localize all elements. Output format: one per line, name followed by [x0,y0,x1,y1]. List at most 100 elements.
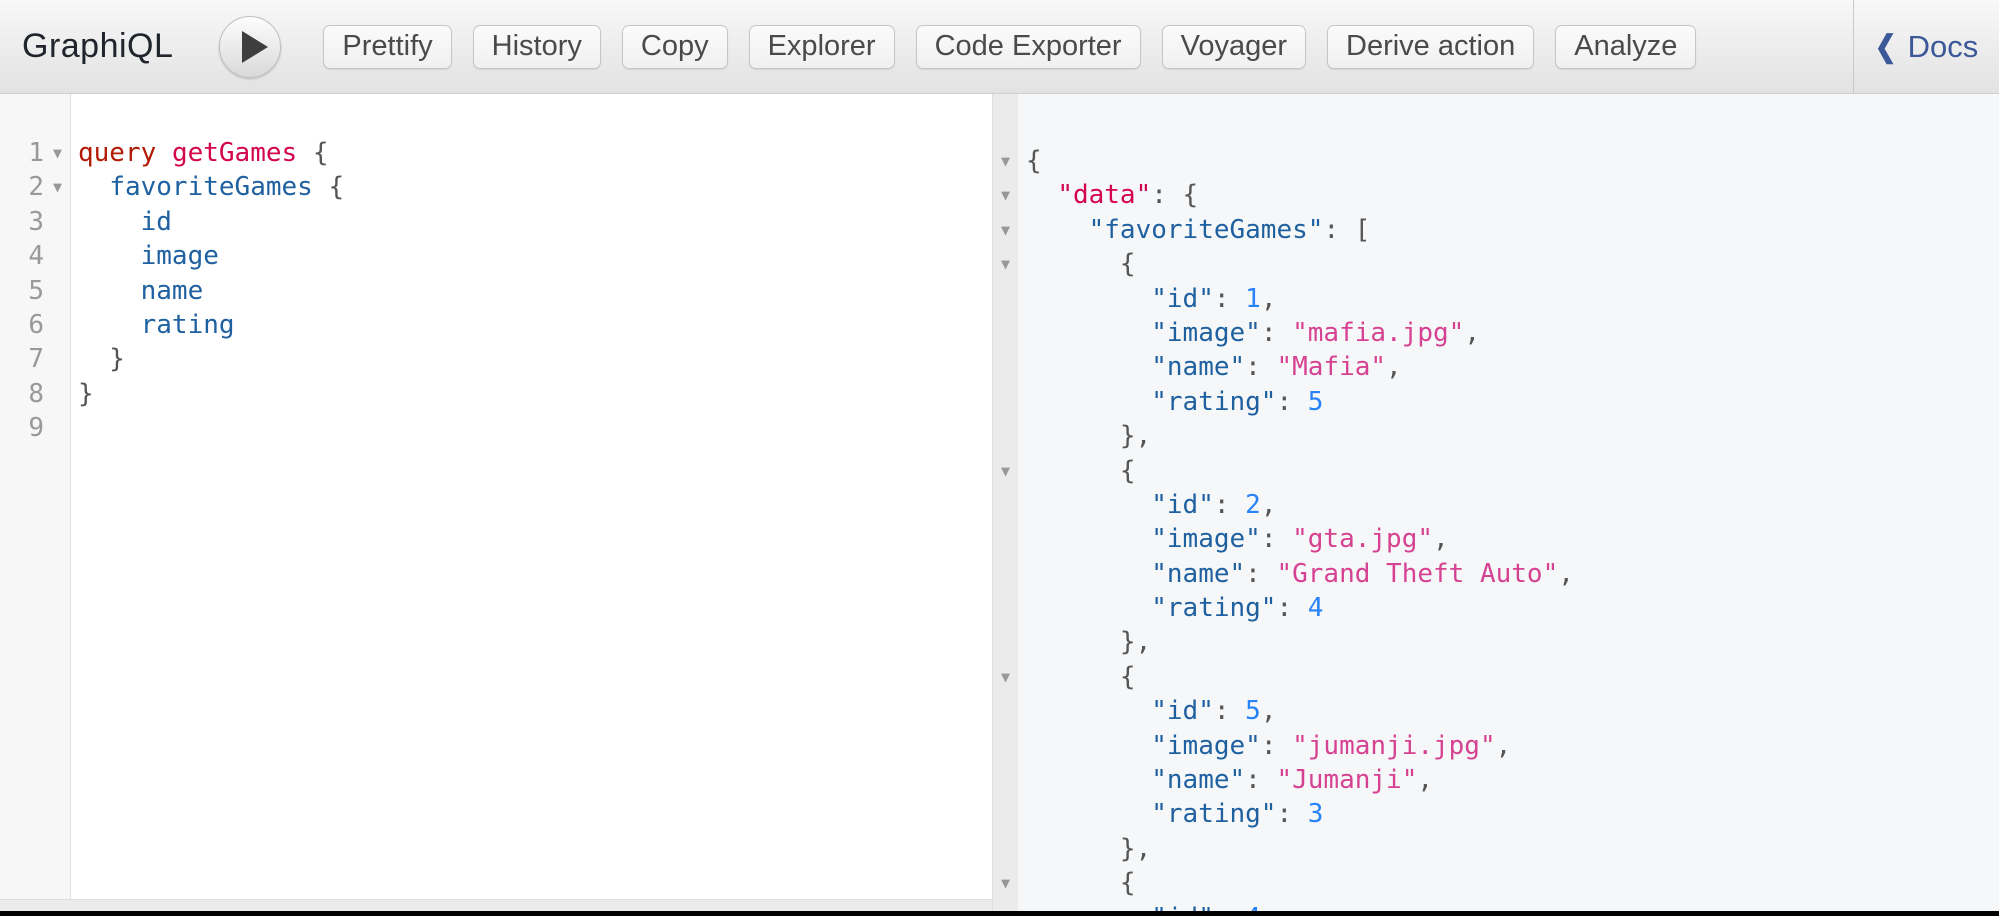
fold-gutter-spacer [993,694,1018,728]
code-text: id [71,205,172,239]
fold-gutter-spacer [993,901,1018,911]
fold-arrow-icon[interactable]: ▼ [993,660,1018,694]
result-code-line: "id": 1, [993,282,1999,316]
toolbar-button-analyze[interactable]: Analyze [1555,25,1696,69]
toolbar-button-code-exporter[interactable]: Code Exporter [916,25,1141,69]
code-text: }, [1018,832,1151,866]
code-text: "data": { [1018,178,1198,212]
code-text: "name": "Grand Theft Auto", [1018,557,1574,591]
fold-gutter-spacer [993,522,1018,556]
code-text: }, [1018,625,1151,659]
app-title: GraphiQL [22,27,173,66]
fold-gutter-spacer [44,205,71,239]
query-variables-strip[interactable] [0,899,992,911]
result-code-line: ▼ "favoriteGames": [ [993,213,1999,247]
fold-gutter-spacer [993,557,1018,591]
docs-link[interactable]: ❮ Docs [1854,29,1999,65]
toolbar: GraphiQL Prettify History Copy Explorer Code… [0,0,1999,94]
code-text: "rating": 4 [1018,591,1323,625]
fold-arrow-icon[interactable]: ▼ [993,178,1018,212]
query-code-line: 3 id [0,205,992,239]
code-text: rating [71,308,235,342]
code-text: "id": 4, [1018,901,1276,911]
code-text: } [71,377,94,411]
toolbar-button-voyager[interactable]: Voyager [1162,25,1306,69]
fold-gutter-spacer [993,763,1018,797]
query-editor[interactable]: 1▼query getGames {2▼ favoriteGames {3 id… [0,94,992,899]
fold-arrow-icon[interactable]: ▼ [44,170,71,204]
fold-arrow-icon[interactable]: ▼ [993,247,1018,281]
fold-gutter-spacer [993,316,1018,350]
code-text: favoriteGames { [71,170,344,204]
fold-gutter-spacer [993,282,1018,316]
query-lines: 1▼query getGames {2▼ favoriteGames {3 id… [0,136,992,446]
line-number: 3 [0,205,44,239]
fold-arrow-icon[interactable]: ▼ [993,454,1018,488]
chevron-left-icon: ❮ [1875,29,1897,65]
code-text: } [71,342,125,376]
fold-gutter-spacer [993,350,1018,384]
fold-gutter-spacer [993,591,1018,625]
toolbar-button-explorer[interactable]: Explorer [749,25,895,69]
code-text: "image": "jumanji.jpg", [1018,729,1511,763]
result-viewer[interactable]: ▼{▼ "data": {▼ "favoriteGames": [▼ { "id… [992,94,1999,911]
line-number: 8 [0,377,44,411]
result-code-line: ▼ { [993,866,1999,900]
query-code-line: 4 image [0,239,992,273]
fold-gutter-spacer [993,488,1018,522]
code-text: { [1018,866,1136,900]
code-text: query getGames { [71,136,328,170]
fold-arrow-icon[interactable]: ▼ [993,144,1018,178]
code-text: { [1018,660,1136,694]
line-number: 4 [0,239,44,273]
code-text: "name": "Jumanji", [1018,763,1433,797]
fold-gutter-spacer [993,625,1018,659]
result-code-line: "id": 2, [993,488,1999,522]
result-code-line: "rating": 3 [993,797,1999,831]
fold-arrow-icon[interactable]: ▼ [44,136,71,170]
window-bottom-edge [0,911,1999,916]
query-code-line: 5 name [0,274,992,308]
toolbar-button-history[interactable]: History [473,25,601,69]
toolbar-button-group: Prettify History Copy Explorer Code Exporter… [323,25,1696,69]
fold-gutter-spacer [993,385,1018,419]
play-icon [242,31,268,63]
code-text: "image": "mafia.jpg", [1018,316,1480,350]
query-code-line: 7 } [0,342,992,376]
line-number: 7 [0,342,44,376]
fold-gutter-spacer [993,419,1018,453]
execute-button[interactable] [219,16,281,78]
result-code-line: }, [993,625,1999,659]
result-code-line: "name": "Mafia", [993,350,1999,384]
query-code-line: 6 rating [0,308,992,342]
code-text: name [71,274,203,308]
code-text: "favoriteGames": [ [1018,213,1370,247]
line-number: 2 [0,170,44,204]
code-text: { [1018,144,1042,178]
toolbar-button-copy[interactable]: Copy [622,25,728,69]
query-code-line: 1▼query getGames { [0,136,992,170]
toolbar-button-prettify[interactable]: Prettify [323,25,451,69]
fold-arrow-icon[interactable]: ▼ [993,213,1018,247]
result-code-line: "name": "Jumanji", [993,763,1999,797]
toolbar-button-derive-action[interactable]: Derive action [1327,25,1534,69]
code-text: }, [1018,419,1151,453]
result-code-line: ▼ "data": { [993,178,1999,212]
fold-gutter-spacer [44,308,71,342]
result-code-line: "image": "mafia.jpg", [993,316,1999,350]
graphiql-app: GraphiQL Prettify History Copy Explorer Code… [0,0,1999,916]
line-number: 5 [0,274,44,308]
result-code-line: }, [993,832,1999,866]
result-code-line: ▼ { [993,247,1999,281]
line-number: 9 [0,411,44,445]
result-code-line: "image": "gta.jpg", [993,522,1999,556]
code-text: { [1018,247,1136,281]
fold-arrow-icon[interactable]: ▼ [993,866,1018,900]
result-code-line: ▼ { [993,660,1999,694]
code-text: image [71,239,219,273]
result-code-line: ▼ { [993,454,1999,488]
result-code-line: "name": "Grand Theft Auto", [993,557,1999,591]
query-code-line: 9 [0,411,992,445]
result-code-line: "id": 5, [993,694,1999,728]
fold-gutter-spacer [44,411,71,445]
